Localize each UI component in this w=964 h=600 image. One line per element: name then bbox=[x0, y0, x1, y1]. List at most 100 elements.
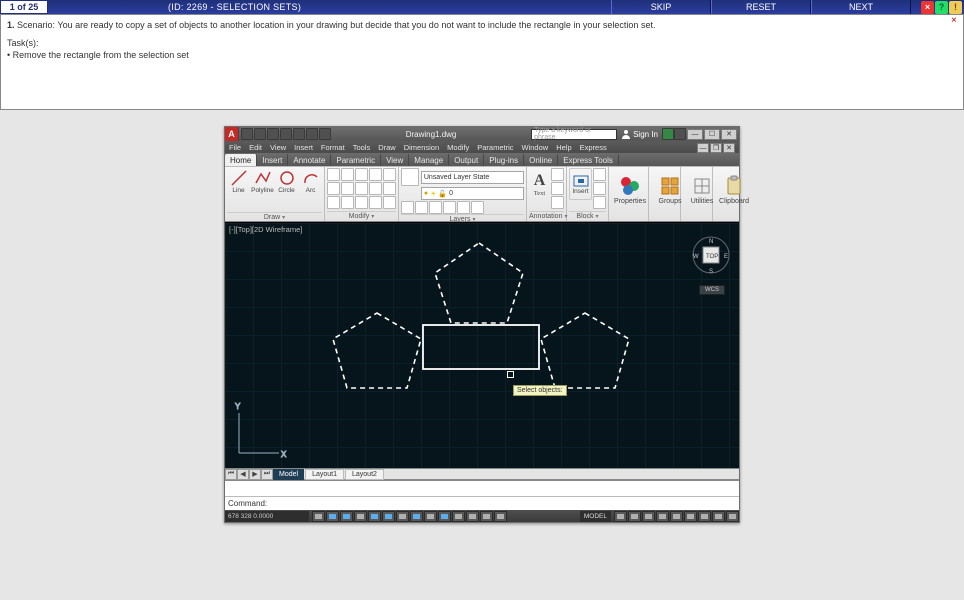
ortho-toggle[interactable] bbox=[354, 511, 367, 522]
tab-express-tools[interactable]: Express Tools bbox=[558, 154, 619, 166]
exchange-icon[interactable] bbox=[662, 128, 674, 140]
tab-home[interactable]: Home bbox=[225, 154, 257, 166]
app-menu-icon[interactable]: A bbox=[225, 127, 239, 141]
mirror-button[interactable] bbox=[341, 182, 354, 195]
edit-attr-button[interactable] bbox=[593, 196, 606, 209]
help-menu-icon[interactable] bbox=[674, 128, 686, 140]
quickview-layouts-button[interactable] bbox=[614, 511, 627, 522]
tab-scroll-first[interactable]: ⏮ bbox=[225, 469, 237, 480]
tab-annotate[interactable]: Annotate bbox=[288, 154, 331, 166]
copy-button[interactable] bbox=[327, 182, 340, 195]
tab-scroll-last[interactable]: ⏭ bbox=[261, 469, 273, 480]
toolbar-lock-button[interactable] bbox=[684, 511, 697, 522]
offset-button[interactable] bbox=[355, 196, 368, 209]
panel-draw-label[interactable]: Draw bbox=[227, 212, 322, 221]
qat-plot-icon[interactable] bbox=[293, 128, 305, 140]
close-button[interactable]: ✕ bbox=[721, 129, 737, 140]
layer-state-combo[interactable]: Unsaved Layer State bbox=[421, 171, 524, 184]
reset-button[interactable]: RESET bbox=[711, 0, 811, 14]
menu-window[interactable]: Window bbox=[522, 143, 549, 152]
wcs-badge[interactable]: WCS bbox=[699, 285, 725, 295]
erase-button[interactable] bbox=[369, 168, 382, 181]
command-history[interactable] bbox=[225, 481, 739, 497]
ducs-toggle[interactable] bbox=[424, 511, 437, 522]
doc-restore-button[interactable]: ❐ bbox=[710, 143, 722, 153]
arc-button[interactable]: Arc bbox=[299, 168, 322, 212]
menu-parametric[interactable]: Parametric bbox=[477, 143, 513, 152]
tab-plugins[interactable]: Plug-ins bbox=[484, 154, 524, 166]
transparency-toggle[interactable] bbox=[466, 511, 479, 522]
break-button[interactable] bbox=[383, 196, 396, 209]
maximize-button[interactable]: ☐ bbox=[704, 129, 720, 140]
tab-scroll-next[interactable]: ▶ bbox=[249, 469, 261, 480]
layout2-tab[interactable]: Layout2 bbox=[345, 469, 384, 480]
quickview-drawings-button[interactable] bbox=[628, 511, 641, 522]
polyline-button[interactable]: Polyline bbox=[251, 168, 274, 212]
tab-view[interactable]: View bbox=[381, 154, 409, 166]
explode-button[interactable] bbox=[369, 182, 382, 195]
workspace-switch-button[interactable] bbox=[670, 511, 683, 522]
circle-button[interactable]: Circle bbox=[275, 168, 298, 212]
snap-toggle[interactable] bbox=[326, 511, 339, 522]
selection-cycle-toggle[interactable] bbox=[494, 511, 507, 522]
insert-block-button[interactable]: Insert bbox=[569, 168, 592, 200]
fillet-button[interactable] bbox=[355, 182, 368, 195]
coordinate-readout[interactable]: 678 328 0.0000 bbox=[225, 511, 309, 522]
signin-button[interactable]: Sign In bbox=[621, 129, 658, 139]
layer-prev-button[interactable] bbox=[471, 201, 484, 214]
layer-iso-button[interactable] bbox=[415, 201, 428, 214]
next-button[interactable]: NEXT bbox=[811, 0, 911, 14]
qat-new-icon[interactable] bbox=[241, 128, 253, 140]
menu-view[interactable]: View bbox=[270, 143, 286, 152]
otrack-toggle[interactable] bbox=[410, 511, 423, 522]
tab-parametric[interactable]: Parametric bbox=[331, 154, 381, 166]
qat-saveas-icon[interactable] bbox=[280, 128, 292, 140]
panel-annotation-label[interactable]: Annotation bbox=[529, 211, 564, 220]
menu-express[interactable]: Express bbox=[580, 143, 607, 152]
rectangle[interactable] bbox=[423, 325, 539, 369]
lineweight-toggle[interactable] bbox=[452, 511, 465, 522]
menu-format[interactable]: Format bbox=[321, 143, 345, 152]
annotation-scale-button[interactable] bbox=[642, 511, 655, 522]
layer-match-button[interactable] bbox=[457, 201, 470, 214]
collapse-instructions-icon[interactable]: × bbox=[951, 16, 961, 26]
dyn-input-toggle[interactable] bbox=[438, 511, 451, 522]
command-input[interactable] bbox=[269, 498, 736, 510]
qat-open-icon[interactable] bbox=[254, 128, 266, 140]
text-button[interactable]: AText bbox=[529, 168, 550, 200]
trim-button[interactable] bbox=[355, 168, 368, 181]
tab-manage[interactable]: Manage bbox=[409, 154, 449, 166]
pentagon-right[interactable] bbox=[541, 313, 629, 388]
create-block-button[interactable] bbox=[593, 168, 606, 181]
layout1-tab[interactable]: Layout1 bbox=[305, 469, 344, 480]
quickprops-toggle[interactable] bbox=[480, 511, 493, 522]
warning-icon[interactable]: ! bbox=[949, 1, 962, 14]
layer-combo[interactable]: ● ☀ 🔓0 bbox=[421, 187, 524, 200]
menu-draw[interactable]: Draw bbox=[378, 143, 396, 152]
move-button[interactable] bbox=[327, 168, 340, 181]
pentagon-left[interactable] bbox=[333, 313, 421, 388]
menu-dimension[interactable]: Dimension bbox=[404, 143, 439, 152]
osnap-toggle[interactable] bbox=[382, 511, 395, 522]
doc-close-button[interactable]: ✕ bbox=[723, 143, 735, 153]
isolate-objects-button[interactable] bbox=[712, 511, 725, 522]
layer-off-button[interactable] bbox=[401, 201, 414, 214]
drawing-canvas[interactable]: [-][Top][2D Wireframe] YX Select objects… bbox=[225, 222, 739, 468]
model-tab[interactable]: Model bbox=[273, 469, 304, 480]
layer-freeze-button[interactable] bbox=[429, 201, 442, 214]
model-space-button[interactable]: MODEL bbox=[580, 511, 611, 522]
menu-insert[interactable]: Insert bbox=[294, 143, 313, 152]
line-button[interactable]: Line bbox=[227, 168, 250, 212]
stretch-button[interactable] bbox=[327, 196, 340, 209]
rotate-button[interactable] bbox=[341, 168, 354, 181]
3dosnap-toggle[interactable] bbox=[396, 511, 409, 522]
grid-toggle[interactable] bbox=[340, 511, 353, 522]
edit-block-button[interactable] bbox=[593, 182, 606, 195]
tab-insert[interactable]: Insert bbox=[257, 154, 288, 166]
table-button[interactable] bbox=[551, 196, 564, 209]
menu-edit[interactable]: Edit bbox=[249, 143, 262, 152]
menu-modify[interactable]: Modify bbox=[447, 143, 469, 152]
tab-scroll-prev[interactable]: ◀ bbox=[237, 469, 249, 480]
clipboard-button[interactable]: Clipboard bbox=[715, 168, 753, 212]
array-button[interactable] bbox=[383, 182, 396, 195]
